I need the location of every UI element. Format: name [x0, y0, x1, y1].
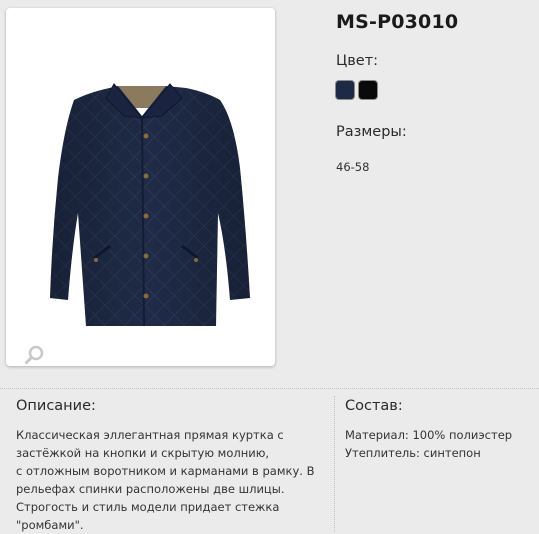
product-title: MS-P03010 — [336, 11, 459, 33]
description-line: рельефах спинки расположены две шлицы. — [16, 482, 285, 496]
description-line: "ромбами". — [16, 518, 84, 532]
color-swatches — [335, 80, 378, 100]
sizes-value: 46-58 — [336, 160, 370, 174]
description-line: с отложным воротником и карманами в рамк… — [16, 464, 315, 478]
product-photo-card[interactable] — [6, 8, 275, 366]
description-label: Описание: — [16, 398, 96, 414]
sizes-label: Размеры: — [336, 124, 407, 140]
jacket-image[interactable] — [6, 8, 275, 366]
magnifier-icon[interactable] — [24, 344, 46, 366]
color-label: Цвет: — [336, 53, 379, 69]
section-divider — [0, 388, 539, 389]
composition-material: Материал: 100% полиэстер — [345, 428, 513, 442]
color-swatch-black[interactable] — [358, 80, 378, 100]
color-swatch-navy[interactable] — [335, 80, 355, 100]
description-line: застёжкой на кнопки и скрытую молнию, — [16, 446, 270, 460]
composition-label: Состав: — [345, 398, 403, 414]
description-text: Классическая эллегантная прямая куртка с… — [16, 426, 316, 534]
column-divider — [334, 396, 335, 532]
description-line: Строгость и стиль модели придает стежка — [16, 500, 280, 514]
composition-filling: Утеплитель: синтепон — [345, 446, 481, 460]
description-line: Классическая эллегантная прямая куртка с — [16, 428, 284, 442]
